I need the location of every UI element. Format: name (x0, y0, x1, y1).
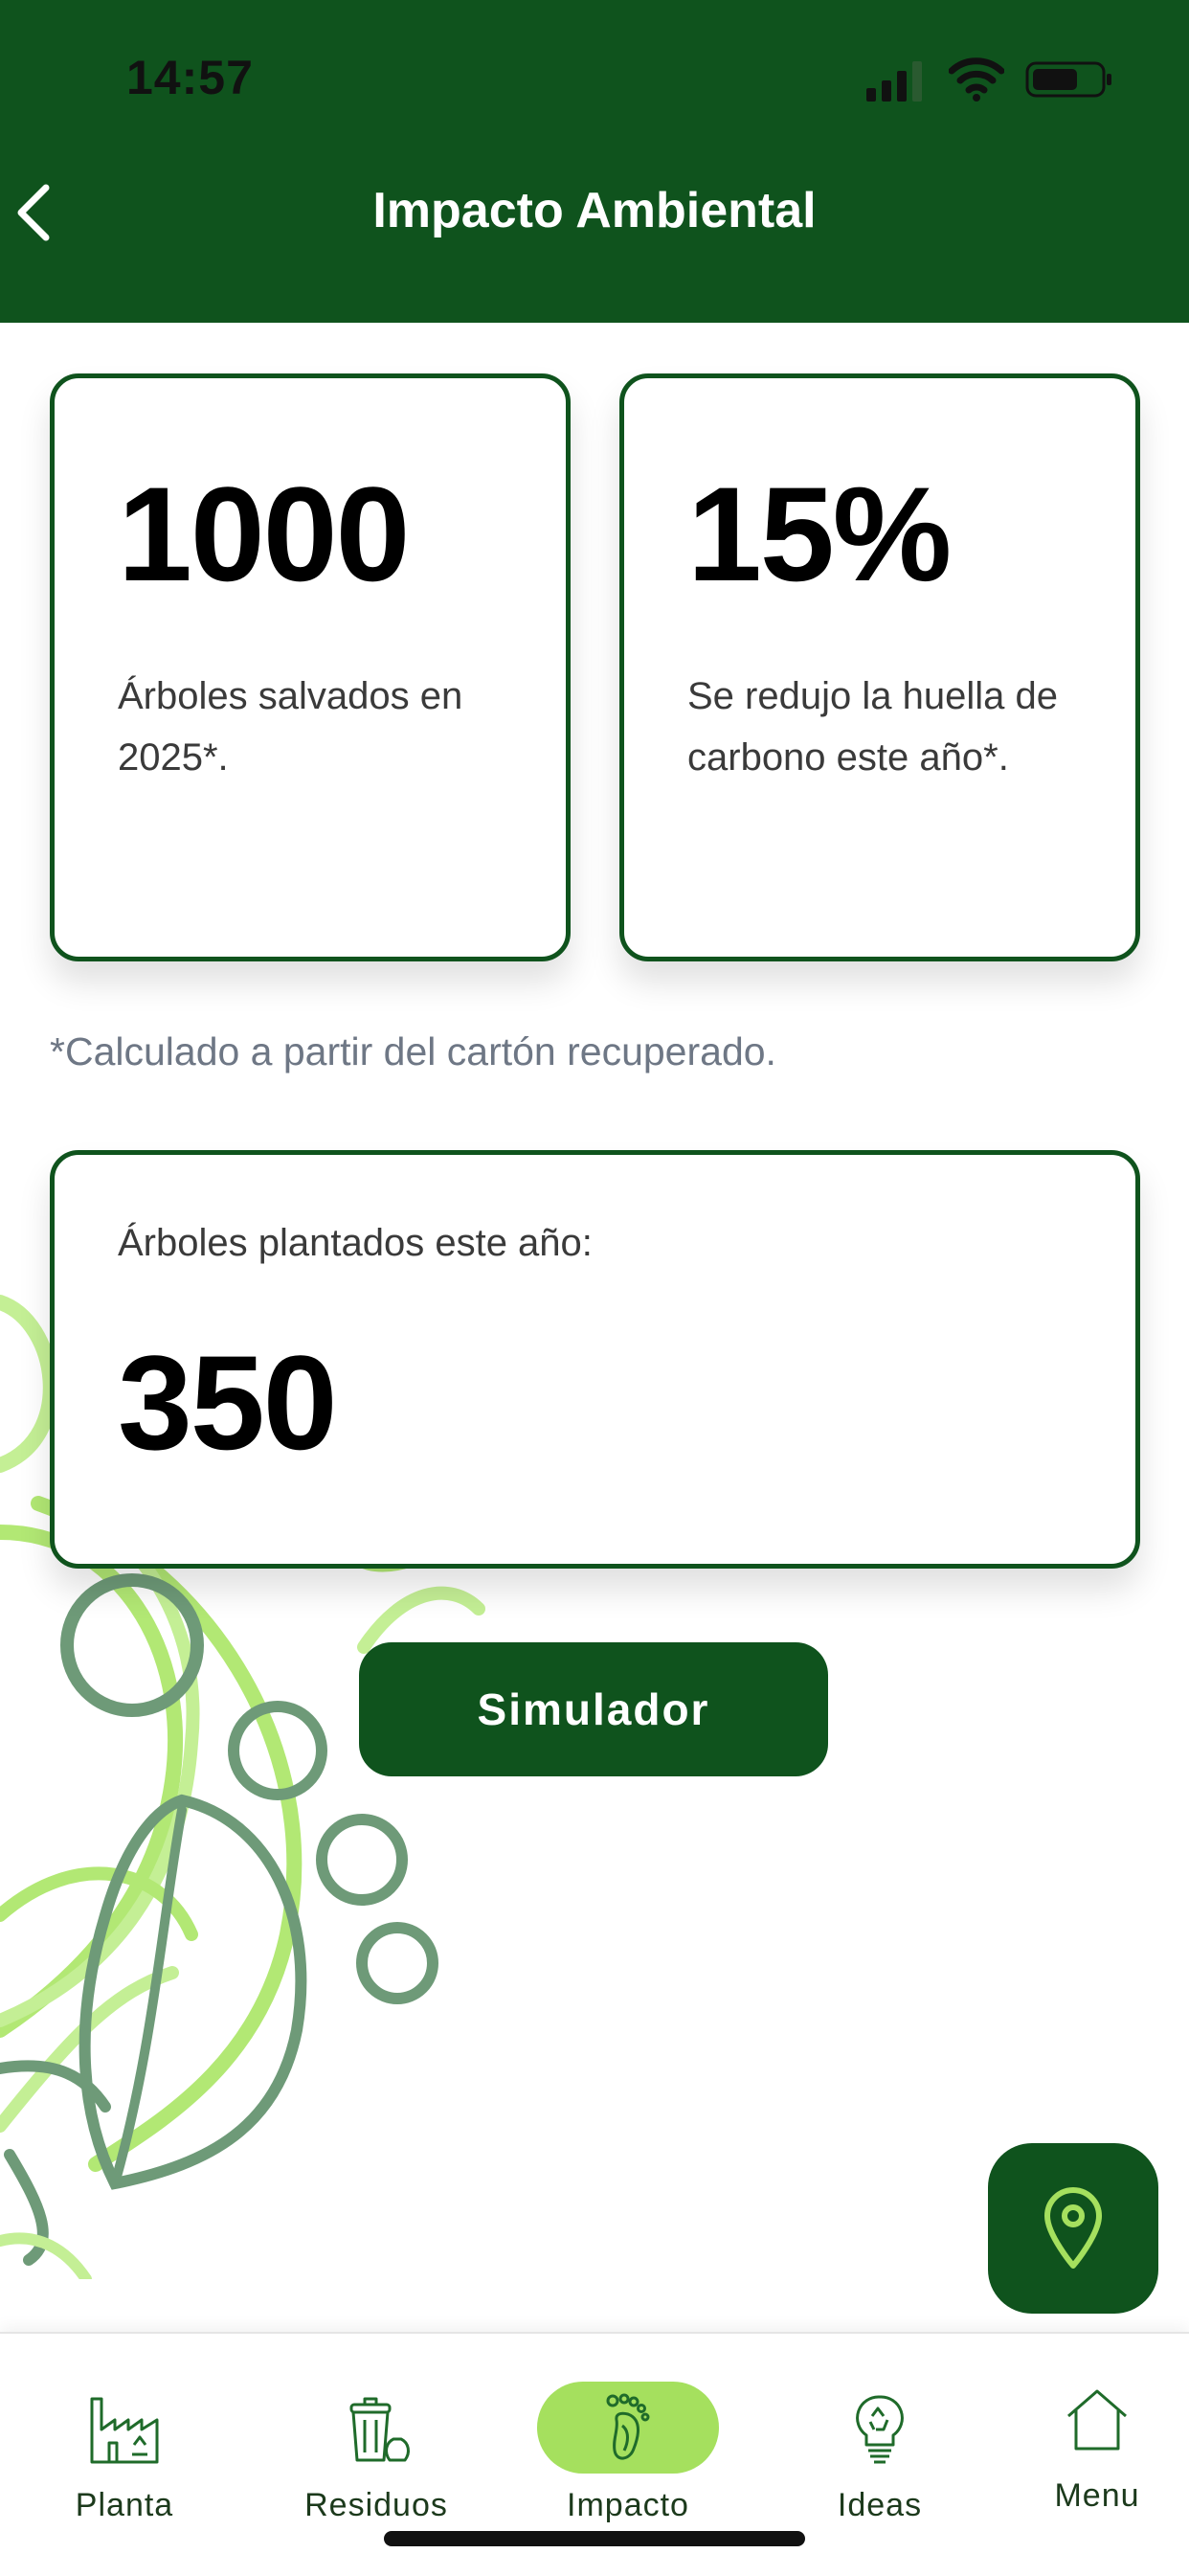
nav-label-planta: Planta (75, 2487, 174, 2523)
nav-item-residuos[interactable]: Residuos (271, 2334, 482, 2525)
trees-planted-label: Árboles plantados este año: (118, 1222, 593, 1264)
wifi-icon (949, 57, 1004, 102)
nav-item-ideas[interactable]: Ideas (774, 2334, 985, 2525)
trees-planted-card: Árboles plantados este año: 350 (50, 1150, 1140, 1569)
page-title: Impacto Ambiental (372, 183, 817, 238)
nav-item-impacto[interactable]: Impacto (523, 2334, 733, 2525)
footnote: *Calculado a partir del cartón recuperad… (50, 1029, 776, 1073)
trash-bin-icon (349, 2397, 410, 2462)
nav-label-menu: Menu (1054, 2477, 1140, 2514)
location-pin-icon (1044, 2187, 1102, 2269)
footprint-icon (606, 2393, 650, 2460)
trees-saved-value: 1000 (118, 459, 410, 609)
nav-label-impacto: Impacto (567, 2487, 689, 2523)
app-header: 14:57 Impacto Ambiental (0, 0, 1189, 323)
location-button[interactable] (988, 2143, 1158, 2314)
lightbulb-recycle-icon (856, 2395, 904, 2464)
trees-saved-card: 1000 Árboles salvados en 2025*. (50, 373, 571, 961)
status-icons (866, 56, 1115, 102)
cellular-signal-icon (866, 61, 922, 102)
carbon-reduction-description: Se redujo la huella de carbono este año*… (687, 675, 1058, 779)
nav-item-menu[interactable]: Menu (992, 2324, 1189, 2516)
battery-icon (1025, 61, 1111, 98)
trees-planted-value: 350 (118, 1327, 338, 1478)
carbon-reduction-card: 15% Se redujo la huella de carbono este … (619, 373, 1140, 961)
home-icon (1067, 2389, 1127, 2451)
nav-item-planta[interactable]: Planta (19, 2334, 230, 2525)
carbon-reduction-value: 15% (687, 459, 952, 609)
simulator-button[interactable]: Simulador (359, 1642, 828, 1776)
nav-label-ideas: Ideas (837, 2487, 923, 2523)
factory-icon (90, 2397, 159, 2464)
home-indicator (384, 2531, 805, 2546)
trees-saved-description: Árboles salvados en 2025*. (118, 675, 463, 779)
status-time: 14:57 (126, 51, 254, 104)
nav-label-residuos: Residuos (304, 2487, 448, 2523)
